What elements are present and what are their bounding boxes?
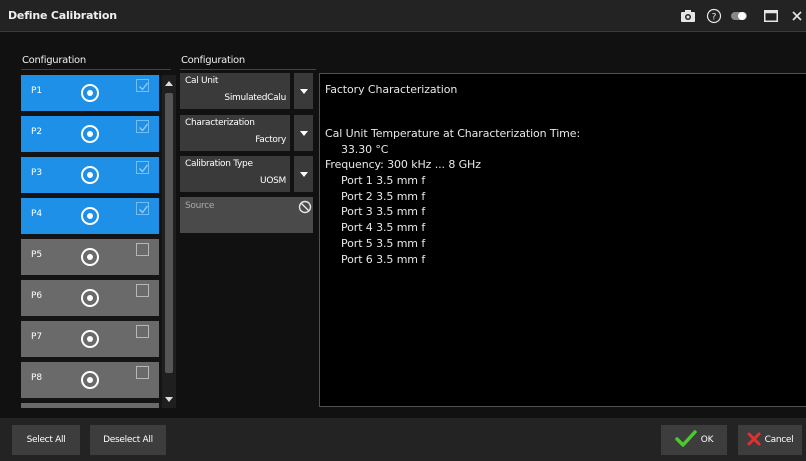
- info-port-line: Port 1 3.5 mm f: [341, 174, 426, 187]
- help-icon[interactable]: ?: [705, 7, 723, 25]
- port-checkbox[interactable]: [136, 284, 149, 297]
- info-port-line: Port 2 3.5 mm f: [341, 190, 426, 203]
- x-icon: [747, 432, 761, 449]
- source-label: Source: [185, 201, 215, 211]
- cancel-button[interactable]: Cancel: [738, 425, 802, 455]
- svg-text:?: ?: [712, 13, 717, 23]
- port-radio-icon[interactable]: [81, 125, 99, 143]
- port-row-p5[interactable]: P5: [21, 239, 159, 275]
- scroll-thumb[interactable]: [165, 93, 173, 373]
- port-row-p3[interactable]: P3: [21, 157, 159, 193]
- disabled-icon: [298, 199, 312, 214]
- port-checkbox[interactable]: [136, 79, 149, 92]
- calibration-type-field[interactable]: Calibration Type UOSM: [180, 156, 290, 192]
- port-checkbox[interactable]: [136, 202, 149, 215]
- port-row-partial[interactable]: [21, 403, 159, 408]
- deselect-all-button[interactable]: Deselect All: [90, 425, 166, 455]
- dialog-title: Define Calibration: [8, 9, 117, 22]
- source-field: Source: [180, 197, 313, 233]
- info-heading: Factory Characterization: [325, 83, 458, 96]
- port-radio-icon[interactable]: [81, 166, 99, 184]
- check-icon: [675, 429, 697, 451]
- ok-button[interactable]: OK: [661, 425, 727, 455]
- info-port-line: Port 4 3.5 mm f: [341, 221, 426, 234]
- port-row-p6[interactable]: P6: [21, 280, 159, 316]
- port-list-scrollbar[interactable]: [162, 75, 176, 408]
- port-row-p7[interactable]: P7: [21, 321, 159, 357]
- port-row-p8[interactable]: P8: [21, 362, 159, 398]
- info-port-line: Port 3 3.5 mm f: [341, 205, 426, 218]
- cal-unit-value: SimulatedCalu: [224, 93, 286, 103]
- port-name: P3: [31, 168, 43, 178]
- info-temp-label: Cal Unit Temperature at Characterization…: [325, 127, 581, 140]
- port-name: P5: [31, 250, 43, 260]
- characterization-field[interactable]: Characterization Factory: [180, 115, 290, 151]
- ok-label: OK: [700, 435, 714, 445]
- cancel-label: Cancel: [764, 435, 794, 445]
- deselect-all-label: Deselect All: [103, 435, 153, 445]
- calibration-type-dropdown-icon[interactable]: [293, 156, 313, 192]
- maximize-icon[interactable]: [762, 7, 780, 25]
- camera-icon[interactable]: [679, 7, 697, 25]
- port-checkbox[interactable]: [136, 325, 149, 338]
- left-section-label: Configuration: [22, 55, 86, 66]
- port-radio-icon[interactable]: [81, 371, 99, 389]
- port-name: P6: [31, 291, 43, 301]
- select-all-button[interactable]: Select All: [12, 425, 80, 455]
- close-icon[interactable]: [788, 7, 806, 25]
- port-radio-icon[interactable]: [81, 207, 99, 225]
- port-radio-icon[interactable]: [81, 248, 99, 266]
- cal-unit-label: Cal Unit: [185, 76, 219, 86]
- characterization-dropdown-icon[interactable]: [293, 115, 313, 151]
- port-row-p2[interactable]: P2: [21, 116, 159, 152]
- cal-unit-field[interactable]: Cal Unit SimulatedCalu: [180, 73, 290, 109]
- port-list[interactable]: P1 P2 P3 P4 P5 P6 P7 P8: [21, 75, 176, 408]
- right-section-divider: [180, 69, 316, 70]
- port-checkbox[interactable]: [136, 366, 149, 379]
- port-checkbox[interactable]: [136, 161, 149, 174]
- port-row-p4[interactable]: P4: [21, 198, 159, 234]
- port-radio-icon[interactable]: [81, 289, 99, 307]
- port-name: P4: [31, 209, 43, 219]
- port-radio-icon[interactable]: [81, 330, 99, 348]
- characterization-label: Characterization: [185, 118, 255, 128]
- calibration-type-label: Calibration Type: [185, 159, 253, 169]
- cal-unit-dropdown-icon[interactable]: [293, 73, 313, 109]
- info-temp-value: 33.30 °C: [341, 143, 389, 156]
- port-row-p1[interactable]: P1: [21, 75, 159, 111]
- right-section-label: Configuration: [181, 55, 245, 66]
- port-name: P1: [31, 86, 43, 96]
- toggle-icon[interactable]: [730, 7, 748, 25]
- port-checkbox[interactable]: [136, 120, 149, 133]
- info-port-line: Port 6 3.5 mm f: [341, 253, 426, 266]
- port-checkbox[interactable]: [136, 243, 149, 256]
- select-all-label: Select All: [26, 435, 66, 445]
- port-radio-icon[interactable]: [81, 84, 99, 102]
- port-name: P8: [31, 373, 43, 383]
- characterization-info-panel: Factory Characterization Cal Unit Temper…: [319, 73, 806, 407]
- characterization-value: Factory: [255, 135, 286, 145]
- info-frequency: Frequency: 300 kHz ... 8 GHz: [325, 158, 481, 171]
- calibration-type-value: UOSM: [260, 176, 286, 186]
- left-section-divider: [21, 69, 171, 70]
- dialog-footer: Select All Deselect All OK Cancel: [0, 418, 806, 461]
- scroll-down-icon[interactable]: [165, 397, 173, 402]
- title-bar: Define Calibration ?: [0, 0, 806, 32]
- info-port-line: Port 5 3.5 mm f: [341, 237, 426, 250]
- port-name: P7: [31, 332, 43, 342]
- scroll-up-icon[interactable]: [165, 81, 173, 86]
- port-name: P2: [31, 127, 43, 137]
